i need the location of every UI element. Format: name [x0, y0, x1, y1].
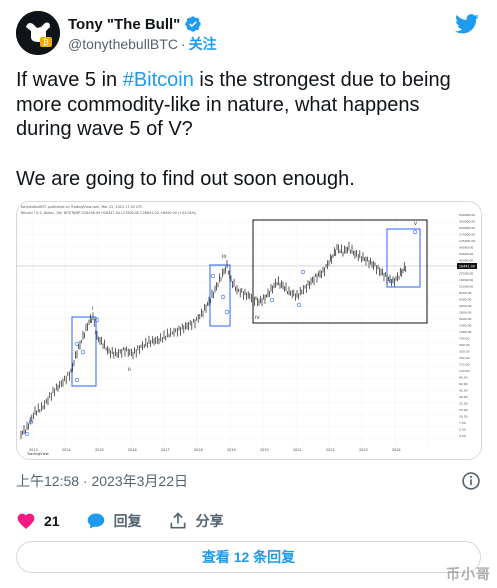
y-tick-label: 30.00 — [459, 395, 468, 399]
like-count: 21 — [44, 513, 60, 529]
y-tick-label: 90000.00 — [459, 246, 473, 250]
tweet-line-4: We are going to find out soon enough. — [16, 167, 355, 190]
x-tick-label: 2022 — [326, 448, 335, 452]
tradingview-logo-text: TradingView — [26, 452, 49, 456]
y-tick-label: 250.00 — [459, 356, 470, 360]
y-tick-label: 11000.00 — [459, 285, 473, 289]
svg-text:₿: ₿ — [43, 38, 49, 47]
y-tick-label: 5.00 — [459, 428, 466, 432]
y-tick-label: 85.00 — [459, 376, 468, 380]
handle-row: @tonythebullBTC · 关注 — [68, 35, 217, 53]
tweet-media-chart[interactable]: tonythebullBTC published on TradingView.… — [16, 201, 482, 460]
y-tick-label: 64000.00 — [459, 252, 473, 256]
y-tick-label: 170.00 — [459, 363, 470, 367]
x-tick-label: 2018 — [194, 448, 203, 452]
y-tick-label: 15.00 — [459, 408, 468, 412]
tweet-line-1-end: is the strongest due to being — [193, 69, 451, 91]
y-tick-label: 21.00 — [459, 402, 468, 406]
y-tick-label: 16000.00 — [459, 278, 473, 282]
price-tag-label: 28441.00 — [459, 265, 475, 269]
x-tick-label: 2024 — [392, 448, 401, 452]
share-label: 分享 — [195, 513, 224, 529]
wave-label-1: I — [92, 306, 93, 312]
y-tick-label: 3.50 — [459, 434, 466, 438]
watermark-text: 币小哥 — [446, 566, 491, 582]
x-tick-label: 2019 — [227, 448, 236, 452]
y-tick-label: 500000.00 — [459, 213, 475, 217]
y-tick-label: 10.50 — [459, 415, 468, 419]
follow-button[interactable]: 关注 — [189, 34, 217, 54]
y-tick-label: 1400.00 — [459, 324, 471, 328]
y-tick-label: 8000.00 — [459, 291, 471, 295]
handle[interactable]: @tonythebullBTC — [68, 36, 178, 52]
bitcoin-wave-chart: tonythebullBTC published on TradingView.… — [17, 202, 481, 459]
hashtag-link[interactable]: #Bitcoin — [123, 69, 194, 91]
twitter-bird-icon[interactable] — [455, 13, 479, 35]
heart-icon — [17, 513, 35, 529]
y-tick-label: 22500.00 — [459, 272, 473, 276]
tweet-line-1-start: If wave 5 in — [16, 69, 123, 91]
reply-button[interactable]: 回复 — [86, 511, 142, 531]
y-tick-label: 120.00 — [459, 369, 470, 373]
y-tick-label: 2000.00 — [459, 317, 471, 321]
x-tick-label: 2023 — [359, 448, 368, 452]
tweet-line-3: during wave 5 of V? — [16, 118, 193, 140]
x-tick-label: 2016 — [128, 448, 137, 452]
x-tick-label: 2017 — [161, 448, 170, 452]
x-tick-label: 2014 — [62, 448, 71, 452]
chart-subheader-text: Bitcoin / U.S. Dollar, 1W, BITSTAMP O261… — [21, 211, 197, 215]
verified-badge-icon — [184, 15, 202, 33]
tweet-header: ₿ Tony "The Bull" @tonythebullBTC · 关注 — [16, 11, 481, 57]
y-tick-label: 7.50 — [459, 421, 466, 425]
tweet-line-1: If wave 5 in #Bitcoin is the strongest d… — [16, 68, 481, 93]
chart-header-text: tonythebullBTC published on TradingView.… — [21, 205, 143, 209]
info-icon[interactable] — [461, 471, 481, 491]
wave-label-3: III — [222, 254, 226, 260]
y-tick-label: 45000.00 — [459, 259, 473, 263]
y-tick-label: 5500.00 — [459, 298, 471, 302]
tweet-actions: 21 回复 分享 — [16, 510, 250, 532]
tweet-text: If wave 5 in #Bitcoin is the strongest d… — [16, 68, 481, 191]
y-tick-label: 60.00 — [459, 382, 468, 386]
like-button[interactable]: 21 — [16, 511, 60, 531]
avatar[interactable]: ₿ — [16, 11, 60, 55]
tweet-line-2: more commodity-like in nature, what happ… — [16, 93, 420, 116]
share-button[interactable]: 分享 — [168, 511, 224, 531]
reply-bubble-icon — [87, 513, 104, 529]
y-tick-label: 500.00 — [459, 343, 470, 347]
separator: · — [180, 36, 186, 52]
name-row: Tony "The Bull" — [68, 14, 202, 34]
y-tick-label: 2800.00 — [459, 311, 471, 315]
y-tick-label: 125000.00 — [459, 239, 475, 243]
view-replies-button[interactable]: 查看 12 条回复 — [16, 541, 481, 573]
x-tick-label: 2020 — [260, 448, 269, 452]
bull-avatar-icon: ₿ — [16, 11, 60, 55]
y-tick-label: 350000.00 — [459, 220, 475, 224]
tweet-timestamp[interactable]: 上午12:58 · 2023年3月22日 — [16, 472, 188, 490]
y-tick-label: 1000.00 — [459, 330, 471, 334]
y-tick-label: 42.00 — [459, 389, 468, 393]
wave-label-2: II — [128, 367, 131, 373]
y-tick-label: 175000.00 — [459, 233, 475, 237]
display-name[interactable]: Tony "The Bull" — [68, 16, 180, 33]
reply-label: 回复 — [113, 513, 142, 529]
y-tick-label: 700.00 — [459, 337, 470, 341]
y-tick-label: 250000.00 — [459, 226, 475, 230]
share-icon — [170, 512, 186, 529]
y-tick-label: 4000.00 — [459, 304, 471, 308]
y-tick-label: 350.00 — [459, 350, 470, 354]
x-tick-label: 2015 — [95, 448, 104, 452]
x-tick-label: 2021 — [293, 448, 302, 452]
